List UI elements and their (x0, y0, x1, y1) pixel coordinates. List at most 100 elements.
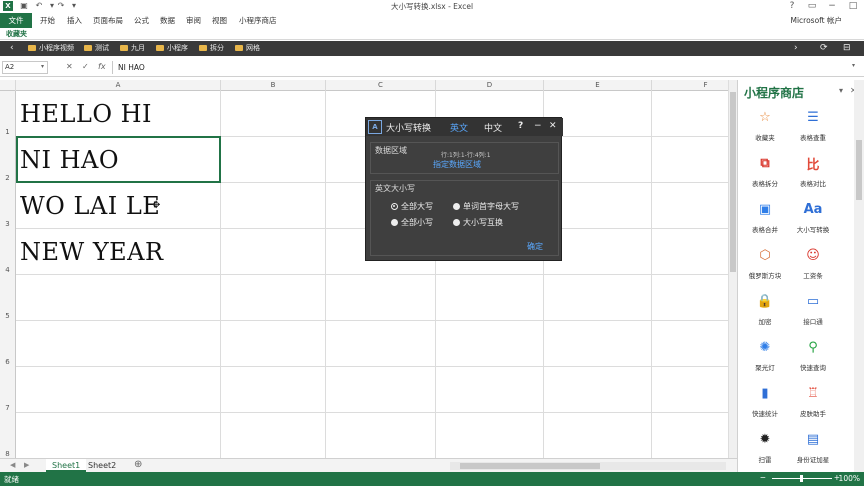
fav-item-grid[interactable]: 网格 (235, 41, 260, 56)
fav-item-september[interactable]: 九月 (120, 41, 145, 56)
row-header-8[interactable]: 8 (0, 413, 16, 458)
row-header-5[interactable]: 5 (0, 275, 16, 321)
radio-all-lower[interactable]: 全部小写 (391, 217, 433, 228)
zoom-out-icon[interactable]: − (760, 473, 766, 482)
confirm-button[interactable]: 确定 (527, 241, 543, 252)
pane-options-icon[interactable]: ▾ (839, 86, 843, 95)
tool-compare[interactable]: 比表格对比 (788, 150, 838, 189)
help-icon[interactable]: ? (782, 0, 802, 12)
tab-file[interactable]: 文件 (0, 13, 32, 28)
dialog-minimize-icon[interactable]: − (534, 121, 542, 131)
radio-swap-case[interactable]: 大小写互换 (453, 217, 503, 228)
tool-label: 表格合并 (752, 226, 778, 234)
zoom-level[interactable]: 100% (839, 474, 860, 483)
vertical-scroll-thumb[interactable] (730, 92, 736, 272)
column-header-b[interactable]: B (221, 80, 326, 91)
fav-refresh-icon[interactable]: ⟳ (820, 41, 828, 56)
sheet-prev-icon[interactable]: ◀ (10, 461, 15, 469)
tool-star[interactable]: ☆ 收藏夹 (740, 104, 790, 143)
tab-page-layout[interactable]: 页面布局 (93, 15, 123, 26)
dialog-close-icon[interactable]: ✕ (549, 121, 557, 131)
tool-shirt[interactable]: ♖ 皮肤助手 (788, 380, 838, 419)
add-sheet-icon[interactable]: ⊕ (134, 459, 142, 470)
dialog-title: 大小写转换 (386, 124, 432, 134)
worksheet-grid[interactable]: A B C D E F 1 2 3 4 5 6 7 8 HELLO HI NI … (0, 80, 728, 458)
tool-bulb[interactable]: ✺ 聚光灯 (740, 334, 790, 373)
tool-label: 加密 (758, 318, 772, 326)
dialog-help-icon[interactable]: ? (518, 121, 523, 131)
column-header-a[interactable]: A (16, 80, 221, 91)
tab-view[interactable]: 视图 (212, 15, 227, 26)
row-header-1[interactable]: 1 (0, 91, 16, 137)
tool-barchart[interactable]: ▮ 快速统计 (740, 380, 790, 419)
radio-title-case[interactable]: 单词首字母大写 (453, 201, 519, 212)
tab-english[interactable]: 英文 (450, 121, 468, 134)
tool-case[interactable]: Aa 大小写转换 (788, 196, 838, 235)
sheet-tab-2[interactable]: Sheet2 (82, 459, 122, 472)
tab-chinese[interactable]: 中文 (484, 121, 502, 134)
name-box-dropdown-icon[interactable]: ▾ (41, 63, 44, 70)
row-header-3[interactable]: 3 (0, 183, 16, 229)
tab-home[interactable]: 开始 (40, 15, 55, 26)
column-header-f[interactable]: F (652, 80, 728, 91)
fav-next-icon[interactable]: › (794, 41, 798, 56)
column-header-c[interactable]: C (326, 80, 436, 91)
fav-menu-icon[interactable]: ⊟ (843, 41, 851, 56)
fav-item-test[interactable]: 测试 (84, 41, 109, 56)
confirm-entry-icon[interactable]: ✓ (82, 62, 89, 71)
cancel-entry-icon[interactable]: ✕ (66, 62, 73, 71)
fav-item-videos[interactable]: 小程序视频 (28, 41, 74, 56)
tool-magnifier[interactable]: ⚲ 快速查询 (788, 334, 838, 373)
tool-merge[interactable]: ▣ 表格合并 (740, 196, 790, 235)
row-header-4[interactable]: 4 (0, 229, 16, 275)
row-header-2[interactable]: 2 (0, 137, 16, 183)
tab-insert[interactable]: 插入 (67, 15, 82, 26)
case-options-group: 英文大小写 全部大写 单词首字母大写 全部小写 大小写互换 确定 (370, 180, 559, 256)
tool-monitor[interactable]: ▭ 接口通 (788, 288, 838, 327)
sheet-next-icon[interactable]: ▶ (24, 461, 29, 469)
minimize-icon[interactable]: − (822, 0, 842, 12)
tool-cube[interactable]: ⬡ 俄罗斯方块 (740, 242, 790, 281)
select-all-corner[interactable] (0, 80, 16, 91)
cell-a1[interactable]: HELLO HI (20, 100, 152, 128)
row-header-7[interactable]: 7 (0, 367, 16, 413)
ribbon-tabs: 文件 开始 插入 页面布局 公式 数据 审阅 视图 小程序商店 Microsof… (0, 13, 864, 28)
expand-formula-icon[interactable]: ▾ (852, 62, 855, 69)
selected-cell-outline (16, 136, 221, 183)
fav-item-split[interactable]: 拆分 (199, 41, 224, 56)
formula-input[interactable]: NI HAO (112, 61, 860, 74)
specify-area-link[interactable]: 指定数据区域 (433, 159, 481, 170)
column-header-d[interactable]: D (436, 80, 544, 91)
pane-scrollbar[interactable] (854, 80, 864, 472)
ribbon-display-icon[interactable]: ▭ (802, 0, 822, 12)
tool-idcard[interactable]: ▤ 身份证加星 (788, 426, 838, 465)
merge-icon: ▣ (758, 201, 772, 217)
cell-a3[interactable]: WO LAI LE (20, 192, 160, 220)
horizontal-scrollbar[interactable] (450, 462, 726, 470)
cell-a4[interactable]: NEW YEAR (20, 238, 164, 266)
tab-formulas[interactable]: 公式 (134, 15, 149, 26)
horizontal-scroll-thumb[interactable] (460, 463, 600, 469)
zoom-slider[interactable] (772, 475, 832, 482)
maximize-icon[interactable]: □ (843, 0, 863, 12)
vertical-scrollbar[interactable] (728, 80, 737, 458)
column-header-e[interactable]: E (544, 80, 652, 91)
tool-label: 表格对比 (800, 180, 826, 188)
radio-all-upper[interactable]: 全部大写 (391, 201, 433, 212)
tool-person[interactable]: ☺ 工资条 (788, 242, 838, 281)
account-link[interactable]: Microsoft 帐户 (790, 15, 842, 26)
tab-data[interactable]: 数据 (160, 15, 175, 26)
tool-lock[interactable]: 🔒 加密 (740, 288, 790, 327)
tool-list[interactable]: ☰ 表格查重 (788, 104, 838, 143)
fav-prev-icon[interactable]: ‹ (10, 41, 14, 56)
tool-mine[interactable]: ✹ 扫雷 (740, 426, 790, 465)
tool-split[interactable]: ⧉ 表格拆分 (740, 150, 790, 189)
row-header-6[interactable]: 6 (0, 321, 16, 367)
pane-scroll-thumb[interactable] (856, 140, 862, 200)
compare-icon: 比 (806, 157, 820, 173)
insert-function-icon[interactable]: fx (98, 62, 106, 71)
tab-miniapp-store[interactable]: 小程序商店 (239, 15, 277, 26)
sheet-tab-1[interactable]: Sheet1 (46, 459, 87, 472)
tab-review[interactable]: 审阅 (186, 15, 201, 26)
fav-item-miniapp[interactable]: 小程序 (156, 41, 188, 56)
